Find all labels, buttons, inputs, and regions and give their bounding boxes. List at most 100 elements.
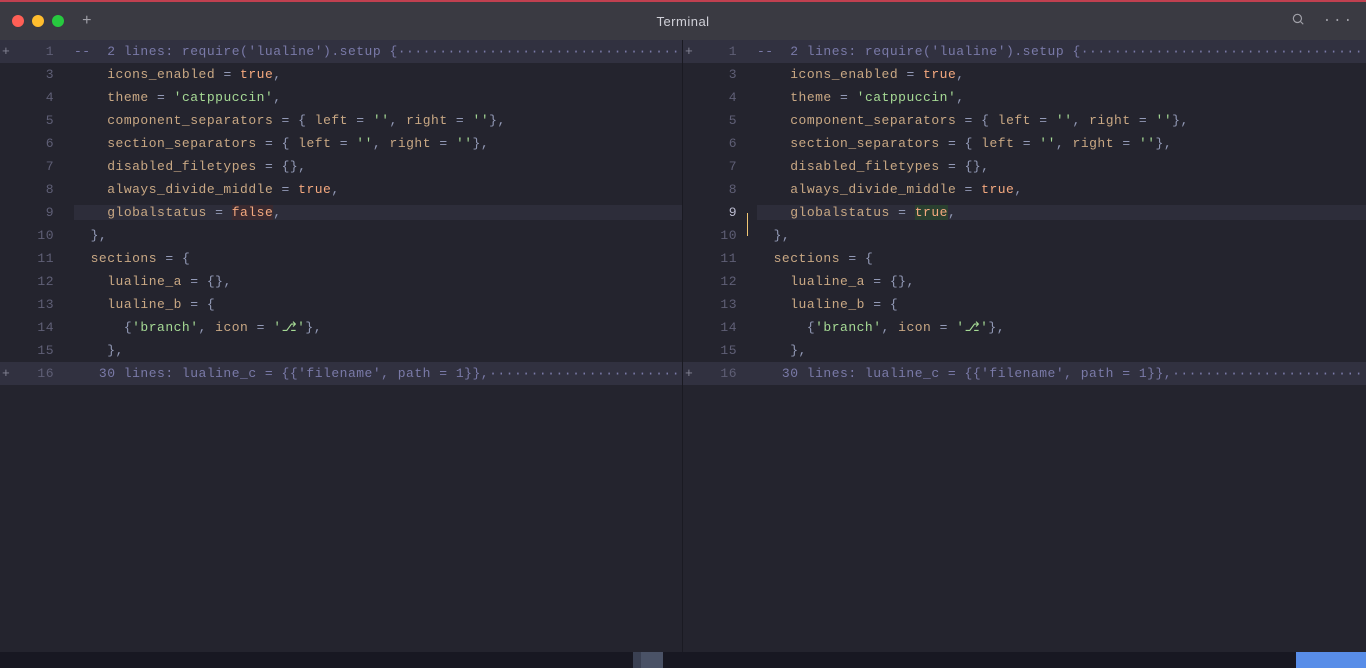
code-line[interactable]: 7 disabled_filetypes = {}, — [683, 155, 1366, 178]
token: {} — [890, 274, 907, 289]
token: , — [273, 67, 281, 82]
code-text[interactable]: 30 lines: lualine_c = {{'filename', path… — [757, 366, 1366, 381]
code-text[interactable]: always_divide_middle = true, — [74, 182, 682, 197]
code-line[interactable]: 4 theme = 'catppuccin', — [683, 86, 1366, 109]
code-text[interactable]: section_separators = { left = '', right … — [757, 136, 1366, 151]
code-line[interactable]: 6 section_separators = { left = '', righ… — [0, 132, 682, 155]
code-line[interactable]: 4 theme = 'catppuccin', — [0, 86, 682, 109]
code-text[interactable]: 30 lines: lualine_c = {{'filename', path… — [74, 366, 682, 381]
token: , — [948, 205, 956, 220]
titlebar: + Terminal ··· — [0, 0, 1366, 40]
code-text[interactable]: lualine_b = { — [757, 297, 1366, 312]
code-line[interactable]: 10 }, — [0, 224, 682, 247]
token: component_separators — [107, 113, 273, 128]
code-line[interactable]: 13 lualine_b = { — [683, 293, 1366, 316]
code-text[interactable]: lualine_a = {}, — [74, 274, 682, 289]
code-text[interactable]: lualine_b = { — [74, 297, 682, 312]
token: '' — [356, 136, 373, 151]
code-line[interactable]: 11 sections = { — [683, 247, 1366, 270]
folded-line[interactable]: +1-- 2 lines: require('lualine').setup {… — [0, 40, 682, 63]
code-text[interactable]: icons_enabled = true, — [74, 67, 682, 82]
code-line[interactable]: 10 }, — [683, 224, 1366, 247]
code-line[interactable]: 13 lualine_b = { — [0, 293, 682, 316]
diff-pane-right[interactable]: +1-- 2 lines: require('lualine').setup {… — [683, 40, 1366, 652]
code-text[interactable]: section_separators = { left = '', right … — [74, 136, 682, 151]
code-text[interactable]: {'branch', icon = '⎇'}, — [757, 320, 1366, 335]
code-text[interactable]: {'branch', icon = '⎇'}, — [74, 320, 682, 335]
folded-line[interactable]: +1-- 2 lines: require('lualine').setup {… — [683, 40, 1366, 63]
code-text[interactable]: component_separators = { left = '', righ… — [74, 113, 682, 128]
line-number: 14 — [14, 320, 64, 335]
folded-line[interactable]: +16 30 lines: lualine_c = {{'filename', … — [0, 362, 682, 385]
code-line[interactable]: 14 {'branch', icon = '⎇'}, — [0, 316, 682, 339]
code-line[interactable]: 7 disabled_filetypes = {}, — [0, 155, 682, 178]
code-text[interactable]: }, — [74, 228, 682, 243]
code-line[interactable]: 15 }, — [683, 339, 1366, 362]
token: left — [298, 136, 331, 151]
minimize-window-button[interactable] — [32, 15, 44, 27]
token: = — [940, 136, 965, 151]
code-line[interactable]: 9 globalstatus = false, — [0, 201, 682, 224]
code-line[interactable]: 5 component_separators = { left = '', ri… — [683, 109, 1366, 132]
code-text[interactable]: }, — [757, 228, 1366, 243]
code-text[interactable]: globalstatus = true, — [757, 205, 1366, 220]
token: left — [998, 113, 1031, 128]
code-text[interactable]: globalstatus = false, — [74, 205, 682, 220]
new-tab-button[interactable]: + — [82, 13, 92, 29]
code-text[interactable]: theme = 'catppuccin', — [74, 90, 682, 105]
code-text[interactable]: disabled_filetypes = {}, — [757, 159, 1366, 174]
more-menu-icon[interactable]: ··· — [1323, 13, 1354, 29]
code-line[interactable]: 3 icons_enabled = true, — [683, 63, 1366, 86]
token: {} — [207, 274, 224, 289]
fold-indicator[interactable]: + — [683, 44, 697, 59]
code-line[interactable]: 5 component_separators = { left = '', ri… — [0, 109, 682, 132]
token: , — [1073, 113, 1090, 128]
fold-indicator[interactable]: + — [0, 44, 14, 59]
maximize-window-button[interactable] — [52, 15, 64, 27]
code-line[interactable]: 12 lualine_a = {}, — [0, 270, 682, 293]
token: '' — [373, 113, 390, 128]
line-number: 13 — [14, 297, 64, 312]
fold-indicator[interactable]: + — [683, 366, 697, 381]
code-text[interactable]: }, — [757, 343, 1366, 358]
token: }, — [774, 228, 791, 243]
window-title: Terminal — [656, 14, 709, 29]
token: '⎇' — [956, 320, 988, 335]
token: left — [981, 136, 1014, 151]
token: {} — [282, 159, 299, 174]
code-lines-right[interactable]: +1-- 2 lines: require('lualine').setup {… — [683, 40, 1366, 652]
code-text[interactable]: component_separators = { left = '', righ… — [757, 113, 1366, 128]
token: = — [1031, 113, 1056, 128]
code-line[interactable]: 12 lualine_a = {}, — [683, 270, 1366, 293]
search-icon[interactable] — [1291, 12, 1305, 30]
code-text[interactable]: disabled_filetypes = {}, — [74, 159, 682, 174]
code-text[interactable]: sections = { — [74, 251, 682, 266]
code-text[interactable]: icons_enabled = true, — [757, 67, 1366, 82]
code-line[interactable]: 6 section_separators = { left = '', righ… — [683, 132, 1366, 155]
code-text[interactable]: -- 2 lines: require('lualine').setup {··… — [74, 44, 682, 59]
code-line[interactable]: 15 }, — [0, 339, 682, 362]
code-lines-left[interactable]: +1-- 2 lines: require('lualine').setup {… — [0, 40, 682, 652]
code-line[interactable]: 11 sections = { — [0, 247, 682, 270]
code-text[interactable]: always_divide_middle = true, — [757, 182, 1366, 197]
line-number: 3 — [697, 67, 747, 82]
code-line[interactable]: 3 icons_enabled = true, — [0, 63, 682, 86]
close-window-button[interactable] — [12, 15, 24, 27]
code-text[interactable]: }, — [74, 343, 682, 358]
code-text[interactable]: lualine_a = {}, — [757, 274, 1366, 289]
code-text[interactable]: -- 2 lines: require('lualine').setup {··… — [757, 44, 1366, 59]
code-line[interactable]: 8 always_divide_middle = true, — [683, 178, 1366, 201]
token: right — [390, 136, 432, 151]
code-line[interactable]: 9 globalstatus = true, — [683, 201, 1366, 224]
fold-indicator[interactable]: + — [0, 366, 14, 381]
token: = — [215, 67, 240, 82]
token: = — [448, 113, 473, 128]
token: '' — [1039, 136, 1056, 151]
diff-pane-left[interactable]: +1-- 2 lines: require('lualine').setup {… — [0, 40, 683, 652]
code-text[interactable]: sections = { — [757, 251, 1366, 266]
code-line[interactable]: 14 {'branch', icon = '⎇'}, — [683, 316, 1366, 339]
code-line[interactable]: 8 always_divide_middle = true, — [0, 178, 682, 201]
fold-fill: ········································… — [1172, 366, 1366, 381]
folded-line[interactable]: +16 30 lines: lualine_c = {{'filename', … — [683, 362, 1366, 385]
code-text[interactable]: theme = 'catppuccin', — [757, 90, 1366, 105]
